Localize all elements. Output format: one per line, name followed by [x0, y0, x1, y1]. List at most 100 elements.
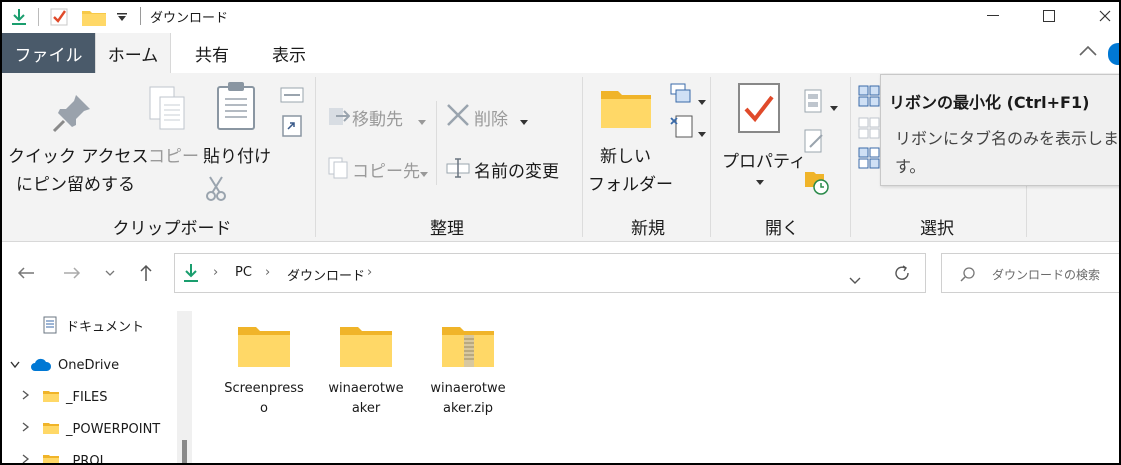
tab-share[interactable]: 共有 [177, 33, 247, 73]
group-divider [582, 77, 583, 237]
folder-icon [42, 421, 62, 437]
back-arrow-icon[interactable] [14, 261, 38, 285]
paste-shortcut-icon[interactable] [282, 113, 302, 141]
tab-home[interactable]: ホーム [95, 33, 171, 73]
document-icon [42, 316, 60, 334]
tree-item-label: _PROJ [66, 453, 104, 465]
quick-access-dropdown-icon[interactable] [112, 6, 132, 28]
move-to-icon[interactable] [328, 105, 351, 131]
collapsed-chevron-icon[interactable] [22, 389, 30, 403]
tooltip-body-line1: リボンにタブ名のみを表示しま [895, 129, 1120, 148]
breadcrumb-chevron-icon[interactable]: › [265, 265, 270, 280]
new-folder-label-line2[interactable]: フォルダー [588, 170, 673, 195]
help-icon[interactable] [1108, 43, 1119, 65]
breadcrumb-pc[interactable]: PC [235, 265, 252, 280]
open-group-label: 開く [765, 219, 799, 239]
tooltip-title: リボンの最小化 (Ctrl+F1) [889, 93, 1090, 112]
tree-item-files[interactable]: _FILES [42, 385, 108, 409]
delete-dropdown-icon[interactable] [520, 111, 528, 130]
select-none-icon[interactable] [858, 117, 880, 143]
open-dropdown-icon[interactable] [830, 97, 838, 116]
cut-scissors-icon[interactable] [206, 175, 226, 205]
copy-to-label[interactable]: コピー先 [352, 157, 420, 182]
new-folder-icon[interactable] [600, 87, 652, 133]
breadcrumb-downloads[interactable]: ダウンロード [287, 265, 365, 284]
copy-icon[interactable] [148, 85, 188, 135]
properties-dropdown-icon[interactable] [756, 171, 764, 190]
invert-selection-icon[interactable] [858, 147, 880, 173]
file-name: winaerotwe aker.zip [430, 381, 506, 416]
rename-icon[interactable] [446, 157, 470, 183]
move-to-label[interactable]: 移動先 [352, 105, 403, 130]
file-item-winaerotweaker-folder[interactable]: winaerotwe aker [316, 321, 416, 431]
nav-pane-scroll-thumb[interactable] [182, 440, 187, 463]
tree-item-powerpoint[interactable]: _POWERPOINT [42, 417, 160, 441]
rename-label[interactable]: 名前の変更 [474, 157, 559, 182]
delete-label[interactable]: 削除 [474, 105, 508, 130]
zip-folder-icon [440, 321, 496, 369]
expanded-chevron-icon[interactable] [10, 358, 20, 372]
breadcrumb-chevron-icon[interactable]: › [367, 265, 372, 280]
maximize-button[interactable] [1020, 2, 1078, 30]
forward-arrow-icon[interactable] [60, 261, 84, 285]
title-bar: ダウンロード [2, 2, 1119, 33]
download-arrow-icon [8, 6, 30, 28]
downloads-location-icon [183, 263, 199, 287]
file-item-screenpresso[interactable]: Screenpress o [214, 321, 314, 431]
file-name: winaerotwe aker [328, 381, 404, 416]
address-history-chevron-icon[interactable] [849, 270, 861, 289]
file-explorer-window: ダウンロード ファイル ホーム 共有 表示 クイック アクセス にピン留めする [0, 0, 1121, 465]
paste-icon[interactable] [216, 81, 256, 135]
pin-icon[interactable] [50, 91, 94, 139]
search-input[interactable]: ダウンロードの検索 [941, 253, 1119, 293]
tree-item-label: _FILES [66, 389, 108, 405]
minimize-button[interactable] [964, 2, 1022, 30]
close-button[interactable] [1076, 2, 1119, 30]
address-row: › PC › ダウンロード › ダウンロードの検索 [2, 243, 1119, 303]
move-to-dropdown-icon[interactable] [418, 111, 426, 130]
folder-icon [42, 389, 62, 405]
copy-to-dropdown-icon[interactable] [420, 163, 428, 182]
tab-view[interactable]: 表示 [254, 33, 324, 73]
refresh-icon[interactable] [893, 264, 911, 286]
up-arrow-icon[interactable] [134, 261, 158, 285]
new-folder-label-line1[interactable]: 新しい [600, 142, 651, 167]
pin-quick-access-label-line1[interactable]: クイック アクセス [8, 142, 149, 167]
edit-icon[interactable] [804, 129, 826, 157]
group-divider [315, 77, 316, 237]
copy-label[interactable]: コピー [148, 142, 199, 167]
collapsed-chevron-icon[interactable] [22, 421, 30, 435]
copy-to-icon[interactable] [328, 157, 350, 183]
new-item-icon[interactable] [670, 83, 694, 109]
tree-item-proj[interactable]: _PROJ [42, 449, 104, 465]
history-icon[interactable] [804, 169, 830, 199]
new-folder-qa-icon[interactable] [80, 6, 108, 28]
collapse-ribbon-chevron-icon[interactable] [1078, 43, 1100, 63]
organize-divider [436, 101, 437, 185]
new-item-dropdown-icon[interactable] [698, 91, 706, 110]
delete-x-icon[interactable] [446, 103, 470, 131]
quick-access-divider [38, 8, 39, 26]
folder-icon [338, 321, 394, 369]
tab-file[interactable]: ファイル [2, 33, 95, 73]
file-item-winaerotweaker-zip[interactable]: winaerotwe aker.zip [418, 321, 518, 431]
group-divider [710, 77, 711, 237]
address-bar[interactable]: › PC › ダウンロード › [174, 253, 926, 293]
collapsed-chevron-icon[interactable] [22, 453, 30, 463]
ribbon-tab-row: ファイル ホーム 共有 表示 [2, 33, 1119, 73]
tree-item-onedrive[interactable]: OneDrive [30, 353, 119, 377]
copy-path-icon[interactable] [280, 87, 304, 107]
breadcrumb-chevron-icon[interactable]: › [213, 265, 218, 280]
properties-icon[interactable] [738, 83, 780, 137]
tree-item-documents[interactable]: ドキュメント [42, 313, 144, 337]
properties-label[interactable]: プロパティ [722, 147, 806, 172]
pin-quick-access-label-line2[interactable]: にピン留めする [16, 170, 135, 195]
paste-label[interactable]: 貼り付け [203, 142, 271, 167]
open-icon[interactable] [804, 89, 826, 117]
select-all-icon[interactable] [858, 85, 880, 111]
easy-access-dropdown-icon[interactable] [698, 123, 706, 142]
easy-access-icon[interactable] [670, 113, 694, 143]
properties-check-icon[interactable] [46, 6, 72, 28]
tree-item-label: _POWERPOINT [66, 421, 161, 437]
recent-locations-chevron-icon[interactable] [98, 261, 122, 285]
